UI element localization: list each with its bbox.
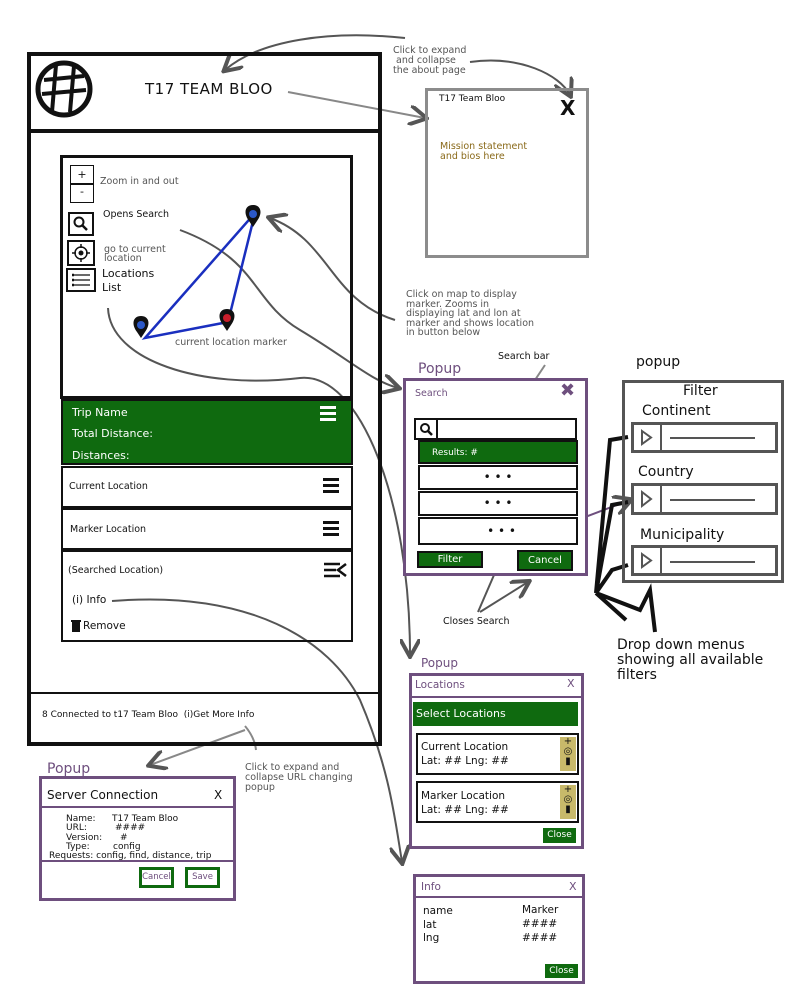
globe-icon[interactable] bbox=[34, 60, 94, 120]
info-divider bbox=[413, 896, 585, 898]
search-cancel-button[interactable]: Cancel bbox=[517, 550, 573, 571]
info-value: Marker bbox=[522, 904, 559, 916]
location-item-coords: Lat: ## Lng: ## bbox=[421, 804, 509, 816]
header-divider bbox=[27, 129, 382, 133]
locations-close-icon[interactable]: X bbox=[567, 677, 575, 690]
filter-title: Filter bbox=[683, 383, 718, 399]
marker-location-menu-icon[interactable] bbox=[323, 521, 339, 536]
filter-dropdown-toggle[interactable] bbox=[633, 548, 662, 573]
map-note: Click on map to display marker. Zooms in… bbox=[406, 289, 535, 338]
footer-divider bbox=[27, 692, 382, 694]
info-key: lat bbox=[423, 919, 437, 931]
play-icon bbox=[641, 552, 653, 569]
search-result-row[interactable]: • • • bbox=[418, 517, 578, 545]
info-value: #### bbox=[522, 918, 558, 930]
search-popup-label: Popup bbox=[418, 361, 462, 377]
marker-location-label: Marker Location bbox=[70, 524, 147, 535]
info-title: Info bbox=[421, 881, 441, 893]
play-icon bbox=[641, 489, 653, 509]
server-field-key: URL: bbox=[66, 823, 87, 833]
search-results-header: Results: # bbox=[418, 440, 578, 464]
searched-location-label: (Searched Location) bbox=[68, 565, 164, 576]
locations-popup-label: Popup bbox=[421, 656, 458, 670]
trip-name: Trip Name bbox=[72, 406, 128, 419]
search-input[interactable] bbox=[414, 418, 577, 440]
about-title: T17 Team Bloo bbox=[439, 94, 506, 104]
page-title[interactable]: T17 TEAM BLOO bbox=[145, 80, 273, 98]
search-result-row[interactable]: • • • bbox=[418, 465, 578, 490]
filter-button[interactable]: Filter bbox=[417, 551, 483, 568]
search-placeholder: Search bbox=[415, 388, 448, 399]
locations-divider bbox=[409, 696, 584, 698]
info-close-button[interactable]: Close bbox=[545, 964, 578, 978]
map-marker-icon[interactable] bbox=[241, 203, 265, 229]
location-item[interactable] bbox=[416, 733, 579, 775]
filter-popup-label: popup bbox=[636, 354, 681, 370]
search-bar-note: Search bar bbox=[498, 351, 550, 362]
closes-search-note: Closes Search bbox=[443, 616, 510, 627]
server-popup-label: Popup bbox=[47, 761, 91, 777]
filter-group-label: Continent bbox=[642, 403, 711, 419]
about-note: Click to expand and collapse the about p… bbox=[393, 45, 467, 76]
location-actions-icon[interactable]: + ◎ ▮ bbox=[560, 785, 576, 819]
footer-note: Click to expand and collapse URL changin… bbox=[245, 762, 353, 793]
filter-dropdown-toggle[interactable] bbox=[633, 425, 662, 450]
location-actions-icon[interactable]: + ◎ ▮ bbox=[560, 737, 576, 771]
server-footer-divider bbox=[39, 860, 236, 862]
collapse-menu-icon[interactable] bbox=[322, 561, 348, 579]
location-item-coords: Lat: ## Lng: ## bbox=[421, 755, 509, 767]
map-marker-icon[interactable] bbox=[129, 314, 153, 340]
filter-dropdown-line bbox=[670, 561, 755, 563]
info-value: #### bbox=[522, 932, 558, 944]
filter-group-label: Country bbox=[638, 464, 694, 480]
select-locations-header: Select Locations bbox=[413, 702, 578, 726]
location-item-name: Current Location bbox=[421, 741, 509, 753]
info-link[interactable]: (i) Info bbox=[72, 594, 106, 606]
about-body: Mission statement and bios here bbox=[440, 141, 528, 162]
arrow-closes-cancel bbox=[479, 582, 528, 613]
search-input-icon-box[interactable] bbox=[414, 418, 438, 440]
locations-close-button[interactable]: Close bbox=[543, 828, 576, 843]
filter-dropdown-line bbox=[670, 499, 755, 501]
server-title-divider bbox=[39, 806, 236, 808]
search-result-row[interactable]: • • • bbox=[418, 491, 578, 516]
server-cancel-button[interactable]: Cancel bbox=[139, 867, 174, 888]
filter-dropdown-toggle[interactable] bbox=[633, 486, 662, 512]
server-save-button[interactable]: Save bbox=[185, 867, 220, 888]
current-location-menu-icon[interactable] bbox=[323, 478, 339, 493]
remove-button[interactable]: Remove bbox=[83, 620, 126, 632]
trash-icon: ▮ bbox=[565, 756, 571, 767]
distances: Distances: bbox=[72, 449, 130, 462]
trip-menu-icon[interactable] bbox=[320, 406, 336, 421]
server-popup-title: Server Connection bbox=[47, 788, 159, 802]
trash-icon: ▮ bbox=[565, 804, 571, 815]
search-close-icon[interactable]: ✖ bbox=[560, 380, 575, 401]
current-location-marker-icon[interactable] bbox=[215, 307, 239, 333]
info-key: lng bbox=[423, 932, 440, 944]
server-close-icon[interactable]: X bbox=[214, 788, 222, 802]
locations-title: Locations bbox=[415, 679, 465, 691]
trash-icon[interactable] bbox=[71, 619, 81, 633]
current-location-label: Current Location bbox=[69, 481, 148, 492]
server-field-value: #### bbox=[115, 823, 146, 833]
location-item[interactable] bbox=[416, 781, 579, 823]
info-key: name bbox=[423, 905, 453, 917]
about-close-icon[interactable]: X bbox=[560, 96, 575, 120]
connection-status[interactable]: 8 Connected to t17 Team Bloo (i)Get More… bbox=[42, 710, 254, 720]
search-icon bbox=[420, 423, 433, 436]
play-icon bbox=[641, 429, 653, 446]
trip-route bbox=[141, 212, 257, 340]
filter-dropdown-line bbox=[670, 437, 755, 439]
location-item-name: Marker Location bbox=[421, 790, 506, 802]
current-marker-note: current location marker bbox=[175, 337, 287, 348]
dropdown-note: Drop down menus showing all available fi… bbox=[617, 637, 764, 683]
filter-group-label: Municipality bbox=[640, 527, 725, 543]
info-close-icon[interactable]: X bbox=[569, 880, 577, 893]
total-distance: Total Distance: bbox=[72, 427, 153, 440]
